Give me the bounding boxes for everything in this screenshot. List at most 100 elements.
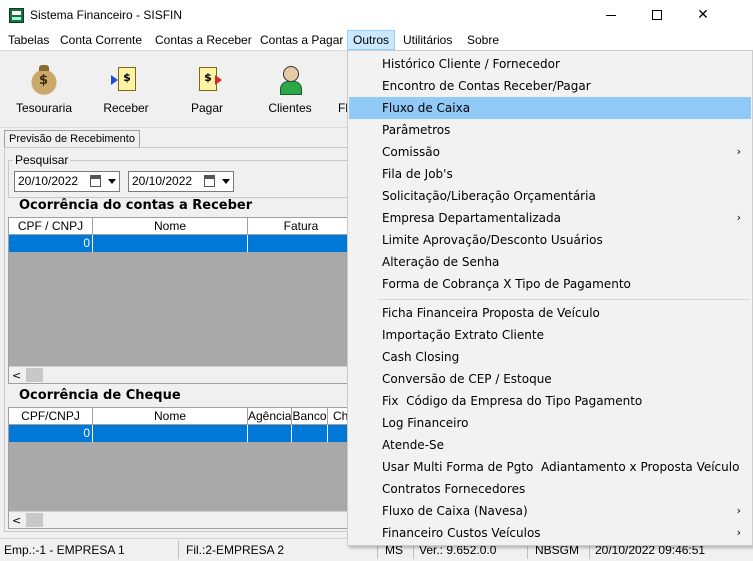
menu-item-limite-aprovacao[interactable]: Limite Aprovação/Desconto Usuários: [349, 229, 751, 251]
toolbar-tesouraria-button[interactable]: Tesouraria: [9, 63, 79, 115]
menu-item-fila-de-jobs[interactable]: Fila de Job's: [349, 163, 751, 185]
table-row[interactable]: 0: [9, 425, 352, 442]
chevron-right-icon: ›: [736, 145, 741, 158]
menu-contas-a-pagar[interactable]: Contas a Pagar: [260, 30, 343, 50]
date-from-picker[interactable]: 20/10/2022: [14, 171, 120, 192]
horizontal-scrollbar[interactable]: <: [9, 511, 352, 528]
cheque-grid[interactable]: CPF/CNPJ Nome Agência Banco Ch 0 <: [8, 407, 353, 529]
menu-item-label: Alteração de Senha: [382, 255, 500, 269]
menu-item-conversao-de-cep[interactable]: Conversão de CEP / Estoque: [349, 368, 751, 390]
menu-item-ficha-financeira[interactable]: Ficha Financeira Proposta de Veículo: [349, 302, 751, 324]
column-header-nome[interactable]: Nome: [93, 408, 248, 425]
menu-item-label: Comissão: [382, 145, 440, 159]
menu-item-label: Empresa Departamentalizada: [382, 211, 561, 225]
menu-item-label: Log Financeiro: [382, 416, 469, 430]
toolbar-fl-button[interactable]: Fl: [320, 63, 348, 115]
column-header-nome[interactable]: Nome: [93, 218, 248, 235]
pay-document-icon: [191, 63, 223, 95]
scroll-thumb[interactable]: [26, 513, 43, 527]
menu-item-cash-closing[interactable]: Cash Closing: [349, 346, 751, 368]
cell-cpf: 0: [9, 425, 93, 442]
menu-item-contratos-fornecedores[interactable]: Contratos Fornecedores: [349, 478, 751, 500]
menu-item-empresa-departamentalizada[interactable]: Empresa Departamentalizada ›: [349, 207, 751, 229]
toolbar-clientes-button[interactable]: Clientes: [255, 63, 325, 115]
scroll-left-icon[interactable]: <: [12, 369, 21, 382]
menu-item-financeiro-custos-veiculos[interactable]: Financeiro Custos Veículos ›: [349, 522, 751, 544]
close-button[interactable]: ✕: [680, 0, 726, 30]
menu-tabelas[interactable]: Tabelas: [8, 30, 49, 50]
cheque-grid-header: CPF/CNPJ Nome Agência Banco Ch: [9, 408, 352, 425]
column-header-fatura[interactable]: Fatura: [248, 218, 354, 235]
chevron-right-icon: ›: [736, 526, 741, 539]
menu-item-encontro-de-contas[interactable]: Encontro de Contas Receber/Pagar: [349, 75, 751, 97]
minimize-icon: [606, 14, 616, 16]
date-to-value: 20/10/2022: [132, 174, 193, 188]
toolbar-fl-label: Fl: [338, 101, 348, 115]
cell-nome: [93, 425, 248, 442]
menu-item-importacao-extrato[interactable]: Importação Extrato Cliente: [349, 324, 751, 346]
menu-item-label: Importação Extrato Cliente: [382, 328, 544, 342]
menu-outros[interactable]: Outros: [347, 30, 395, 50]
maximize-icon: [652, 10, 662, 20]
menu-item-atende-se[interactable]: Atende-Se: [349, 434, 751, 456]
menu-item-label: Atende-Se: [382, 438, 445, 452]
menu-item-fluxo-de-caixa-navesa[interactable]: Fluxo de Caixa (Navesa) ›: [349, 500, 751, 522]
minimize-button[interactable]: [588, 0, 634, 30]
cell-cpf: 0: [9, 235, 93, 252]
horizontal-scrollbar[interactable]: <: [9, 366, 352, 383]
menu-bar: Tabelas Conta Corrente Contas a Receber …: [0, 30, 753, 50]
column-header-cpf-cnpj[interactable]: CPF/CNPJ: [9, 408, 93, 425]
application-window: Sistema Financeiro - SISFIN ✕ Tabelas Co…: [0, 0, 753, 561]
menu-item-forma-de-cobranca[interactable]: Forma de Cobrança X Tipo de Pagamento: [349, 273, 751, 295]
menu-item-label: Limite Aprovação/Desconto Usuários: [382, 233, 603, 247]
column-header-banco[interactable]: Banco: [292, 408, 328, 425]
menu-item-historico-cliente-fornecedor[interactable]: Histórico Cliente / Fornecedor: [349, 53, 751, 75]
cell-agencia: [248, 425, 292, 442]
toolbar-tesouraria-label: Tesouraria: [15, 101, 73, 115]
receber-grid[interactable]: CPF / CNPJ Nome Fatura 0 <: [8, 217, 353, 384]
chevron-down-icon[interactable]: [108, 179, 116, 184]
tab-previsao-de-recebimento[interactable]: Previsão de Recebimento: [4, 130, 140, 147]
menu-item-label: Ficha Financeira Proposta de Veículo: [382, 306, 600, 320]
menu-sobre[interactable]: Sobre: [467, 30, 499, 50]
chevron-down-icon[interactable]: [222, 179, 230, 184]
date-from-value: 20/10/2022: [18, 174, 79, 188]
chevron-right-icon: ›: [736, 504, 741, 517]
calendar-icon[interactable]: [90, 175, 101, 187]
menu-item-alteracao-de-senha[interactable]: Alteração de Senha: [349, 251, 751, 273]
toolbar-receber-label: Receber: [103, 101, 149, 115]
menu-item-log-financeiro[interactable]: Log Financeiro: [349, 412, 751, 434]
menu-contas-a-receber[interactable]: Contas a Receber: [155, 30, 252, 50]
scroll-thumb[interactable]: [26, 368, 43, 382]
menu-item-label: Forma de Cobrança X Tipo de Pagamento: [382, 277, 631, 291]
menu-item-label: Histórico Cliente / Fornecedor: [382, 57, 560, 71]
menu-item-comissao[interactable]: Comissão ›: [349, 141, 751, 163]
search-group-label: Pesquisar: [13, 153, 71, 167]
table-row[interactable]: 0: [9, 235, 352, 252]
toolbar-receber-button[interactable]: Receber: [91, 63, 161, 115]
toolbar-pagar-button[interactable]: Pagar: [172, 63, 242, 115]
menu-item-fluxo-de-caixa[interactable]: Fluxo de Caixa: [349, 97, 751, 119]
calendar-icon[interactable]: [204, 175, 215, 187]
close-icon: ✕: [697, 7, 709, 23]
menu-utilitarios[interactable]: Utilitários: [403, 30, 452, 50]
menu-item-solicitacao-liberacao-orcamentaria[interactable]: Solicitação/Liberação Orçamentária: [349, 185, 751, 207]
sisfin-app-icon: [9, 8, 24, 23]
column-header-agencia[interactable]: Agência: [248, 408, 292, 425]
window-title: Sistema Financeiro - SISFIN: [30, 8, 183, 22]
menu-conta-corrente[interactable]: Conta Corrente: [60, 30, 142, 50]
scroll-left-icon[interactable]: <: [12, 514, 21, 527]
menu-item-usar-multi-forma-pgto[interactable]: Usar Multi Forma de Pgto Adiantamento x …: [349, 456, 751, 478]
menu-item-fix-codigo-empresa[interactable]: Fix Código da Empresa do Tipo Pagamento: [349, 390, 751, 412]
maximize-button[interactable]: [634, 0, 680, 30]
cell-nome: [93, 235, 248, 252]
menu-item-label: Parâmetros: [382, 123, 451, 137]
toolbar-pagar-label: Pagar: [190, 101, 224, 115]
menu-item-parametros[interactable]: Parâmetros: [349, 119, 751, 141]
toolbar-clientes-label: Clientes: [268, 101, 312, 115]
cell-banco: [292, 425, 328, 442]
date-to-picker[interactable]: 20/10/2022: [128, 171, 234, 192]
column-header-cpf-cnpj[interactable]: CPF / CNPJ: [9, 218, 93, 235]
menu-item-label: Fluxo de Caixa: [382, 101, 471, 115]
menu-item-label: Fluxo de Caixa (Navesa): [382, 504, 528, 518]
